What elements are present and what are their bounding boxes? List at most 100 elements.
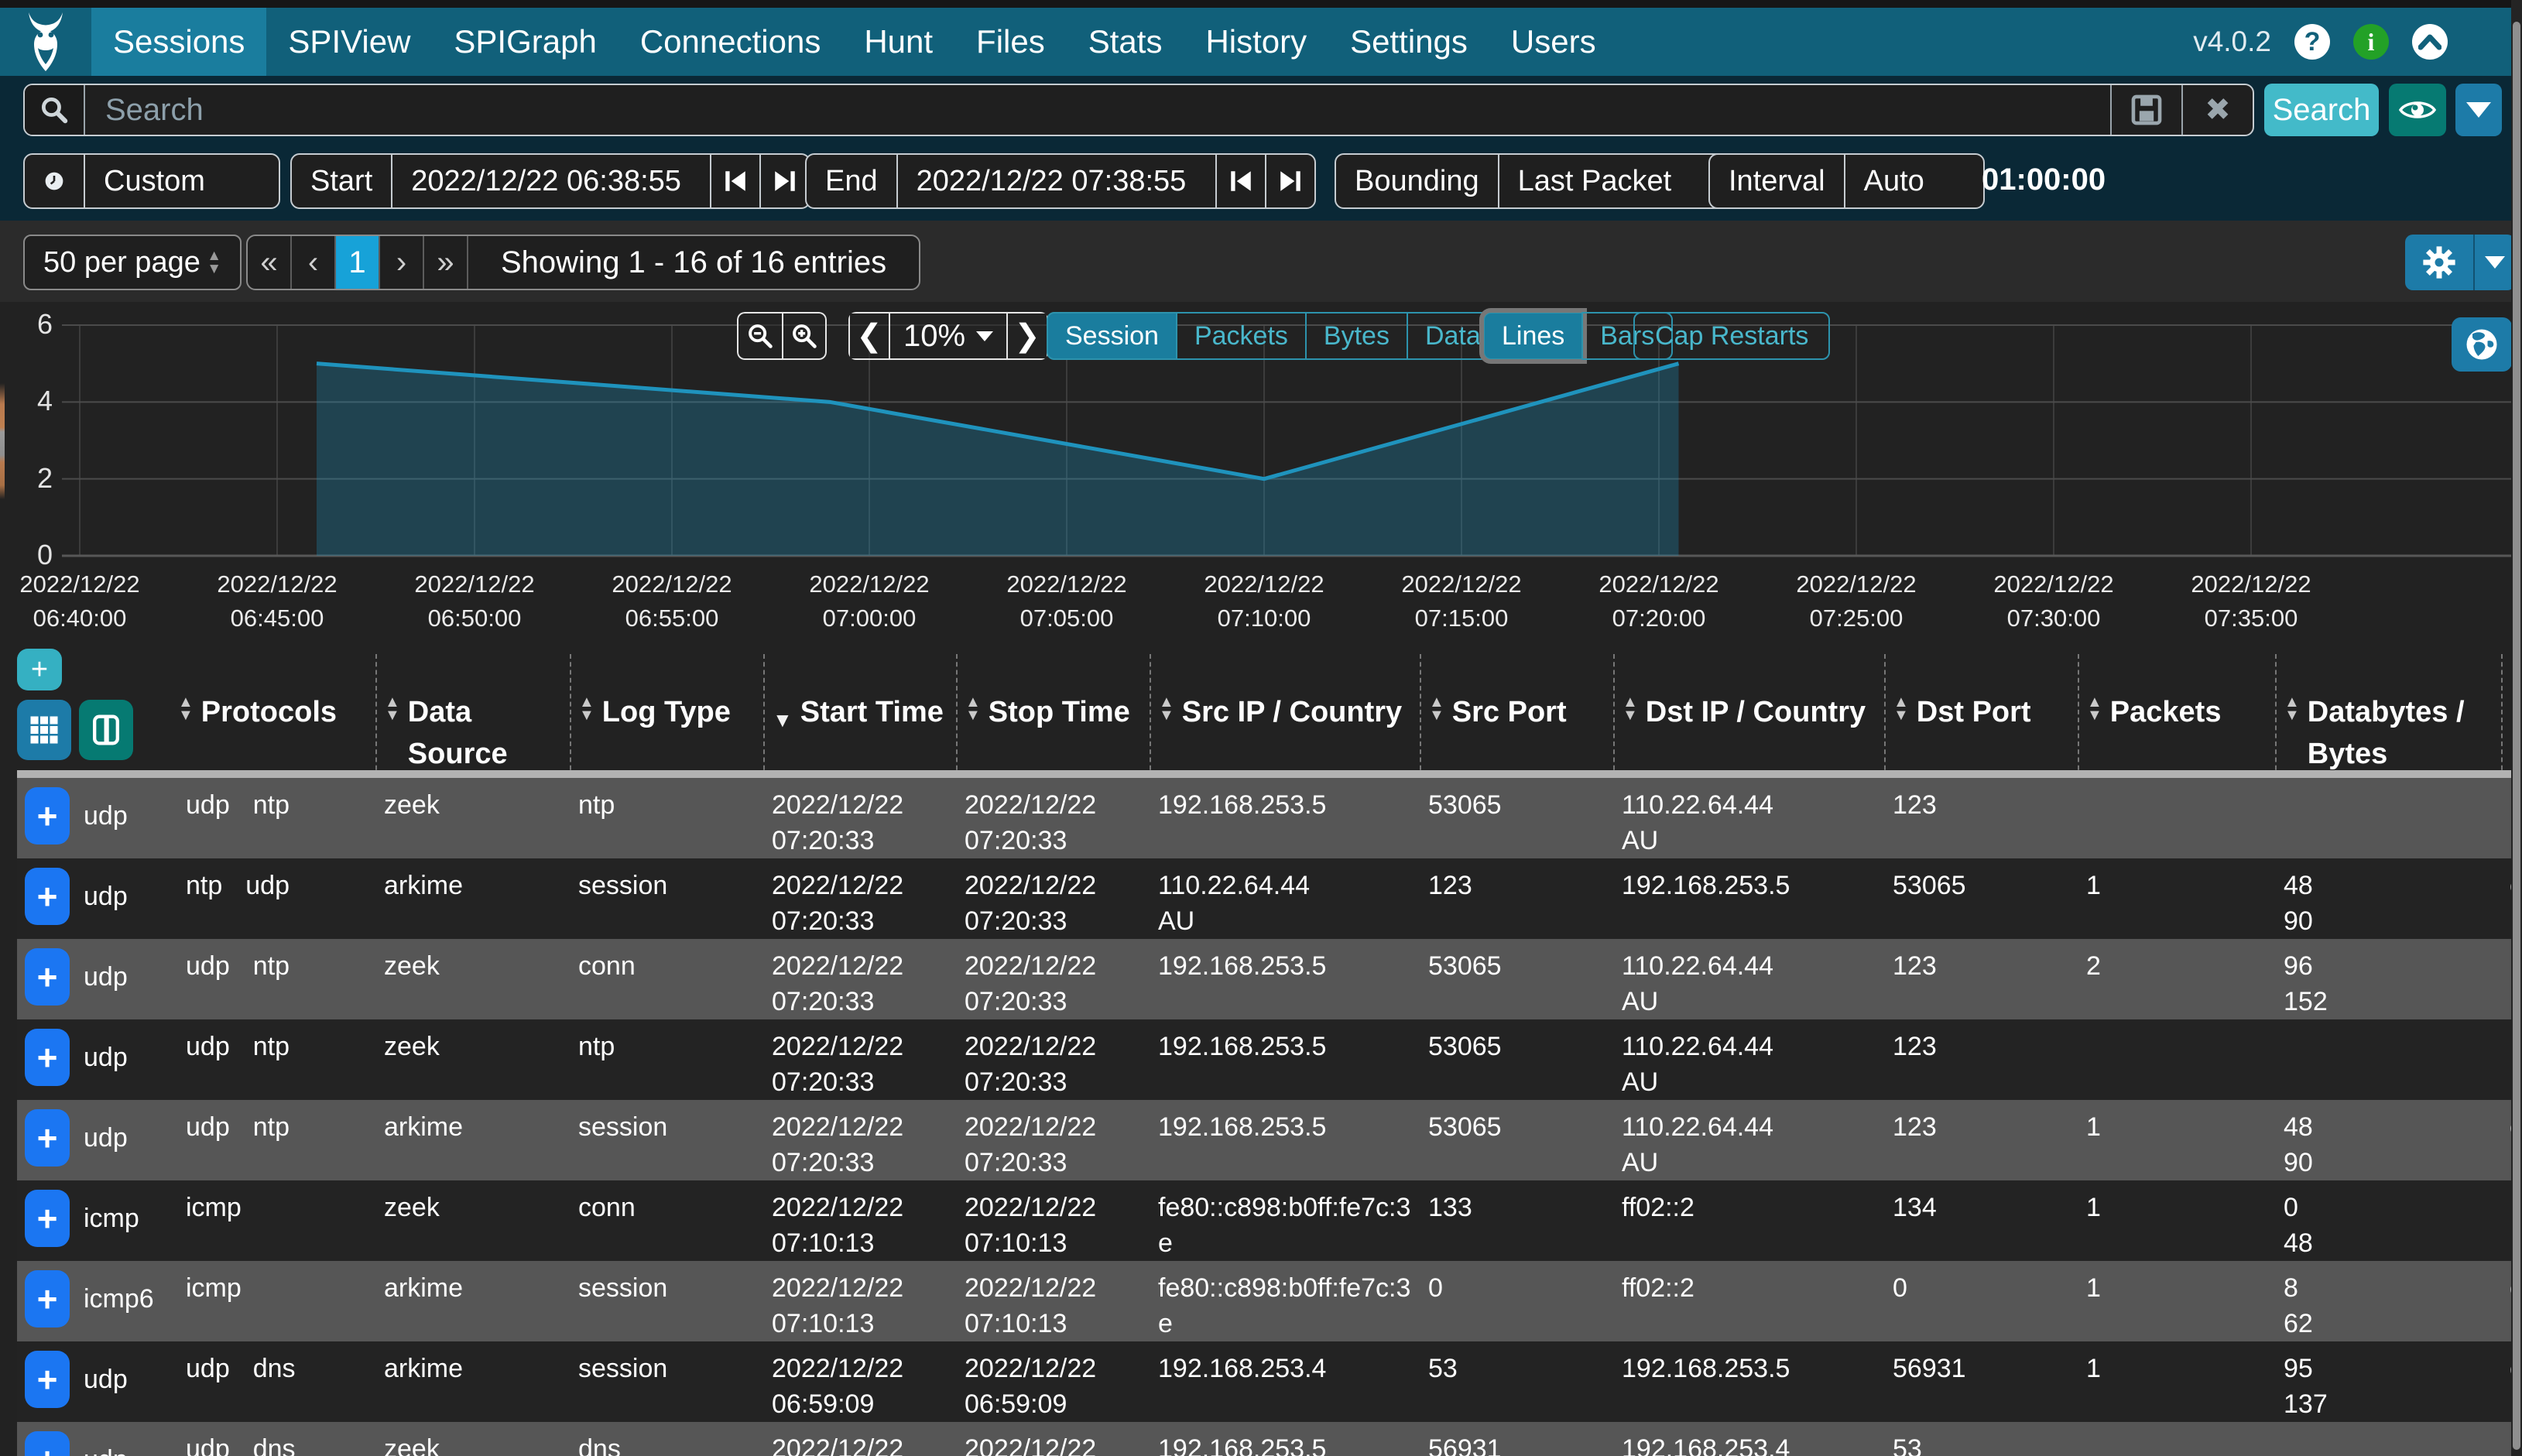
bounding-select[interactable]: Last Packet <box>1498 155 1742 207</box>
ip-value[interactable]: 110.22.64.44 <box>1622 1109 1877 1145</box>
cell-data-source: zeek <box>376 1180 571 1261</box>
table-horizontal-scrollbar[interactable] <box>17 770 2511 778</box>
ip-value[interactable]: 110.22.64.44 <box>1622 948 1877 984</box>
search-button[interactable]: Search <box>2264 84 2379 136</box>
nav-item-files[interactable]: Files <box>954 8 1067 76</box>
ip-value[interactable]: 192.168.253.5 <box>1158 787 1413 823</box>
cell-expand: +udp <box>17 1341 178 1422</box>
snap-end-backward-button[interactable] <box>1215 155 1265 207</box>
table-settings-caret[interactable] <box>2475 256 2515 269</box>
sort-header[interactable]: ▲▼Protocols <box>178 691 375 733</box>
time-preset-select[interactable]: Custom <box>84 155 279 207</box>
page-size-select[interactable]: 50 per page ▲▼ <box>23 235 242 290</box>
ip-value[interactable]: 110.22.64.44 <box>1622 1029 1877 1064</box>
ip-value[interactable]: 192.168.253.5 <box>1622 1351 1877 1386</box>
ip-value[interactable]: ff02::2 <box>1622 1270 1877 1306</box>
pager-next-button[interactable]: › <box>380 236 424 289</box>
x-tick-date: 2022/12/22 <box>1779 567 1934 601</box>
page-scrollbar-thumb[interactable] <box>2513 22 2520 1450</box>
sort-header[interactable]: ▲▼Databytes / Bytes <box>2284 691 2501 775</box>
sort-header[interactable]: ▼Start Time <box>773 691 956 741</box>
pager-prev-button[interactable]: ‹ <box>292 236 336 289</box>
pager-last-button[interactable]: » <box>424 236 468 289</box>
sort-header[interactable]: ▲▼Src Port <box>1429 691 1613 733</box>
date-line: 2022/12/22 <box>772 1029 949 1064</box>
end-label: End <box>807 155 896 207</box>
search-input[interactable] <box>85 85 2110 135</box>
views-eye-button[interactable] <box>2389 84 2446 136</box>
nav-item-sessions[interactable]: Sessions <box>91 8 266 76</box>
x-tick-date: 2022/12/22 <box>1187 567 1342 601</box>
metric-button-bytes[interactable]: Bytes <box>1305 312 1408 360</box>
ip-value[interactable]: 192.168.253.5 <box>1622 868 1877 903</box>
pan-right-button[interactable]: ❯ <box>1006 312 1048 360</box>
cell-packets: 2 <box>2078 939 2276 1019</box>
metric-button-session[interactable]: Session <box>1047 312 1177 360</box>
nav-item-spiview[interactable]: SPIView <box>266 8 432 76</box>
pan-left-button[interactable]: ❮ <box>848 312 890 360</box>
snap-start-forward-button[interactable] <box>759 155 809 207</box>
scroll-top-icon[interactable] <box>2412 24 2448 60</box>
snap-start-backward-button[interactable] <box>710 155 759 207</box>
end-time-input[interactable]: 2022/12/22 07:38:55 <box>896 155 1215 207</box>
zoom-out-button[interactable] <box>737 312 782 360</box>
nav-item-spigraph[interactable]: SPIGraph <box>432 8 618 76</box>
nav-item-stats[interactable]: Stats <box>1067 8 1184 76</box>
zoom-in-button[interactable] <box>782 312 827 360</box>
cell-start-time: 2022/12/2207:10:13 <box>764 1261 957 1341</box>
cell-databytes-bytes: 4890 <box>2276 858 2502 939</box>
snap-end-forward-button[interactable] <box>1265 155 1314 207</box>
sort-header[interactable]: ▲▼Stop Time <box>965 691 1150 733</box>
search-actions-dropdown[interactable] <box>2455 84 2502 136</box>
cell-protocols: icmp <box>178 1261 376 1341</box>
ip-value[interactable]: 192.168.253.5 <box>1158 1109 1413 1145</box>
cap-restarts-button[interactable]: Cap Restarts <box>1633 312 1830 360</box>
expand-session-button[interactable]: + <box>25 787 70 844</box>
expand-session-button[interactable]: + <box>25 1029 70 1086</box>
ip-value[interactable]: 192.168.253.5 <box>1158 1029 1413 1064</box>
sort-header[interactable]: ▲▼Data Source <box>385 691 570 775</box>
date-line: 2022/12/22 <box>772 868 949 903</box>
ip-value[interactable]: fe80::c898:b0ff:fe7c:3e <box>1158 1190 1413 1261</box>
metric-button-packets[interactable]: Packets <box>1176 312 1307 360</box>
style-button-lines[interactable]: Lines <box>1483 312 1583 360</box>
chevron-down-icon <box>2466 102 2491 118</box>
help-icon[interactable]: ? <box>2294 24 2330 60</box>
nav-item-connections[interactable]: Connections <box>619 8 842 76</box>
expand-session-button[interactable]: + <box>25 1109 70 1167</box>
map-toggle-button[interactable] <box>2452 317 2512 372</box>
table-settings-button[interactable] <box>2405 235 2515 290</box>
sort-header[interactable]: ▲▼Log Type <box>579 691 763 733</box>
save-search-button[interactable] <box>2110 85 2181 135</box>
pager-first-button[interactable]: « <box>248 236 292 289</box>
start-time-input[interactable]: 2022/12/22 06:38:55 <box>391 155 710 207</box>
pager-page-1-button[interactable]: 1 <box>336 236 380 289</box>
ip-value[interactable]: ff02::2 <box>1622 1190 1877 1225</box>
expand-session-button[interactable]: + <box>25 948 70 1005</box>
info-icon[interactable]: i <box>2353 24 2389 60</box>
expand-session-button[interactable]: + <box>25 1431 70 1456</box>
nav-item-history[interactable]: History <box>1184 8 1328 76</box>
expand-session-button[interactable]: + <box>25 1351 70 1408</box>
nav-item-users[interactable]: Users <box>1489 8 1618 76</box>
ip-value[interactable]: 192.168.253.4 <box>1622 1431 1877 1456</box>
ip-value[interactable]: 110.22.64.44 <box>1158 868 1413 903</box>
sort-header[interactable]: ▲▼Dst IP / Country <box>1623 691 1884 733</box>
zoom-level-select[interactable]: 10% <box>890 312 1006 360</box>
ip-value[interactable]: 192.168.253.5 <box>1158 1431 1413 1456</box>
nav-item-settings[interactable]: Settings <box>1328 8 1489 76</box>
arkime-logo[interactable] <box>0 8 91 76</box>
sort-header[interactable]: ▲▼Packets <box>2087 691 2275 733</box>
clear-search-button[interactable]: ✖ <box>2181 85 2253 135</box>
interval-select[interactable]: Auto <box>1844 155 1983 207</box>
ip-value[interactable]: 110.22.64.44 <box>1622 787 1877 823</box>
nav-item-hunt[interactable]: Hunt <box>842 8 954 76</box>
expand-session-button[interactable]: + <box>25 1270 70 1328</box>
ip-value[interactable]: fe80::c898:b0ff:fe7c:3e <box>1158 1270 1413 1341</box>
ip-value[interactable]: 192.168.253.4 <box>1158 1351 1413 1386</box>
sort-header[interactable]: ▲▼Src IP / Country <box>1159 691 1420 733</box>
expand-session-button[interactable]: + <box>25 868 70 925</box>
sort-header[interactable]: ▲▼Dst Port <box>1893 691 2078 733</box>
expand-session-button[interactable]: + <box>25 1190 70 1247</box>
ip-value[interactable]: 192.168.253.5 <box>1158 948 1413 984</box>
